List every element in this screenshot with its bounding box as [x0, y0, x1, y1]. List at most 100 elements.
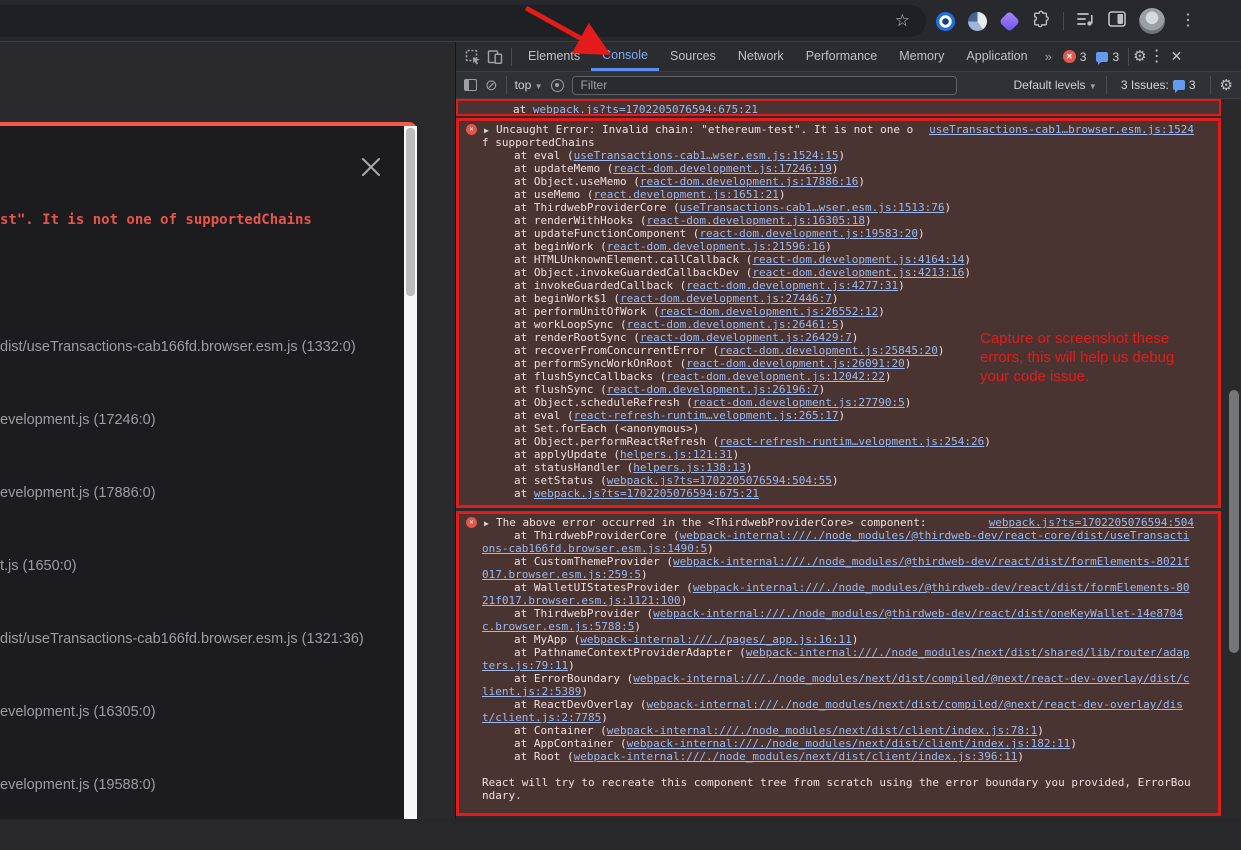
stack-frame: at setStatus (webpack.js?ts=170220507659…	[482, 474, 1194, 487]
expand-triangle-icon[interactable]: ▶	[484, 124, 489, 137]
source-link[interactable]: helpers.js:121:31	[620, 448, 733, 461]
more-tabs-icon[interactable]: »	[1039, 49, 1058, 64]
frame-text: at renderWithHooks (	[514, 214, 646, 227]
error-text: The above error occurred in the <Thirdwe…	[496, 516, 926, 529]
devtools-settings-icon[interactable]: ⚙	[1133, 49, 1146, 64]
stack-frame: at updateFunctionComponent (react-dom.de…	[482, 227, 1194, 240]
overlay-close-icon[interactable]	[360, 156, 382, 178]
tab-network[interactable]: Network	[727, 42, 795, 71]
tab-application[interactable]: Application	[955, 42, 1038, 71]
log-levels-dropdown[interactable]: Default levels ▼	[1014, 78, 1097, 92]
tab-sources[interactable]: Sources	[659, 42, 727, 71]
media-controls-icon[interactable]	[1077, 11, 1095, 32]
extension-blue-circle-icon[interactable]	[936, 12, 955, 31]
frame-text: )	[984, 435, 991, 448]
filter-input[interactable]	[572, 76, 957, 95]
source-link[interactable]: react-dom.development.js:26091:20	[686, 357, 905, 370]
frame-text: )	[839, 149, 846, 162]
stack-frame: at ThirdwebProvider (webpack-internal://…	[482, 607, 1194, 633]
frame-text: )	[839, 409, 846, 422]
browser-toolbar: ☆ ⋮	[0, 0, 1241, 42]
source-link[interactable]: react-dom.development.js:27446:7	[620, 292, 832, 305]
source-link[interactable]: react-dom.development.js:16305:18	[646, 214, 865, 227]
bookmark-star-icon[interactable]: ☆	[895, 12, 910, 30]
source-link[interactable]: react-dom.development.js:26196:7	[607, 383, 819, 396]
frame-text: at CustomThemeProvider (	[514, 555, 673, 568]
source-link[interactable]: react-dom.development.js:4213:16	[752, 266, 964, 279]
frame-text: at Object.scheduleRefresh (	[514, 396, 693, 409]
source-link[interactable]: react-dom.development.js:26552:12	[660, 305, 879, 318]
source-link[interactable]: webpack-internal:///./node_modules/next/…	[607, 724, 1037, 737]
source-link[interactable]: webpack.js?ts=1702205076594:504	[975, 516, 1194, 529]
frame-text: )	[964, 253, 971, 266]
extensions-puzzle-icon[interactable]	[1032, 10, 1050, 33]
frame-text: at ThirdwebProviderCore (	[514, 529, 680, 542]
source-link[interactable]: react-dom.development.js:26429:7	[640, 331, 852, 344]
clear-console-icon[interactable]: ⊘	[485, 78, 498, 93]
annotation-note: Capture or screenshot these errors, this…	[980, 329, 1192, 386]
error-count-badge[interactable]: ✕ 3	[1058, 50, 1092, 64]
tab-console[interactable]: Console	[591, 42, 659, 71]
overlay-scrollbar-thumb[interactable]	[406, 128, 415, 296]
device-toolbar-icon[interactable]	[484, 48, 506, 66]
source-link[interactable]: webpack.js?ts=1702205076594:504:55	[607, 474, 832, 487]
frame-text: at AppContainer (	[514, 737, 627, 750]
source-link[interactable]: webpack.js?ts=1702205076594:675:21	[533, 103, 758, 116]
devtools-close-icon[interactable]: ✕	[1167, 48, 1187, 65]
source-link[interactable]: webpack-internal:///./pages/_app.js:16:1…	[580, 633, 852, 646]
frame-text: at ErrorBoundary (	[514, 672, 633, 685]
source-link[interactable]: react-dom.development.js:4164:14	[752, 253, 964, 266]
console-sidebar-icon[interactable]	[464, 79, 477, 91]
overlay-scrollbar[interactable]	[404, 126, 417, 819]
source-link[interactable]: webpack-internal:///./node_modules/next/…	[574, 750, 1018, 763]
stack-frame: at ThirdwebProviderCore (webpack-interna…	[482, 529, 1194, 555]
extension-purple-diamond-icon[interactable]	[999, 10, 1020, 31]
stack-frame: at webpack.js?ts=1702205076594:675:21	[481, 103, 1195, 116]
tab-elements[interactable]: Elements	[517, 42, 591, 71]
source-link[interactable]: helpers.js:138:13	[633, 461, 746, 474]
source-link[interactable]: react-dom.development.js:25845:20	[719, 344, 938, 357]
context-selector[interactable]: top ▼	[515, 78, 543, 92]
tab-performance[interactable]: Performance	[795, 42, 889, 71]
source-link[interactable]: react-dom.development.js:27790:5	[693, 396, 905, 409]
source-link[interactable]: react-dom.development.js:4277:31	[686, 279, 898, 292]
error-circle-icon: ✕	[466, 124, 477, 135]
source-link[interactable]: react-dom.development.js:21596:16	[607, 240, 826, 253]
source-link[interactable]: react-dom.development.js:17886:16	[640, 175, 859, 188]
source-link[interactable]: react-dom.development.js:26461:5	[627, 318, 839, 331]
console-settings-icon[interactable]: ⚙	[1220, 78, 1233, 93]
console-scrollbar-thumb[interactable]	[1229, 390, 1239, 653]
source-link[interactable]: useTransactions-cab1…wser.esm.js:1524:15	[574, 149, 839, 162]
message-count-badge[interactable]: 3	[1091, 50, 1124, 64]
frame-text: at flushSyncCallbacks (	[514, 370, 666, 383]
profile-avatar[interactable]	[1139, 8, 1165, 34]
frame-text: )	[733, 448, 740, 461]
browser-menu-icon[interactable]: ⋮	[1178, 13, 1198, 29]
tab-memory[interactable]: Memory	[888, 42, 955, 71]
extension-wallet-icon[interactable]	[968, 12, 987, 31]
stack-trace: at webpack.js?ts=1702205076594:675:21	[481, 103, 1195, 116]
source-link[interactable]: react-dom.development.js:17246:19	[613, 162, 832, 175]
devtools-menu-icon[interactable]: ⋮	[1147, 49, 1167, 65]
overlay-error-text: st". It is not one of supportedChains	[0, 212, 312, 228]
frame-text: at setStatus (	[514, 474, 607, 487]
issues-bubble-icon	[1173, 80, 1185, 90]
issues-counter[interactable]: 3 Issues: 3	[1116, 78, 1201, 92]
address-bar[interactable]: ☆	[0, 5, 926, 37]
inspect-element-icon[interactable]	[462, 48, 484, 66]
live-expression-eye-icon[interactable]	[551, 79, 564, 92]
frame-text: )	[858, 175, 865, 188]
expand-triangle-icon[interactable]: ▶	[484, 517, 489, 530]
source-link[interactable]: useTransactions-cab1…browser.esm.js:1524	[915, 123, 1194, 136]
console-error-message: ✕▶webpack.js?ts=1702205076594:504The abo…	[482, 516, 1194, 529]
source-link[interactable]: react.development.js:1651:21	[593, 188, 778, 201]
side-panel-icon[interactable]	[1108, 11, 1126, 32]
source-link[interactable]: react-refresh-runtim…velopment.js:254:26	[719, 435, 984, 448]
frame-text: at ThirdwebProvider (	[514, 607, 653, 620]
source-link[interactable]: react-dom.development.js:19583:20	[699, 227, 918, 240]
source-link[interactable]: react-dom.development.js:12042:22	[666, 370, 885, 383]
source-link[interactable]: webpack.js?ts=1702205076594:675:21	[534, 487, 759, 500]
source-link[interactable]: react-refresh-runtim…velopment.js:265:17	[574, 409, 839, 422]
source-link[interactable]: useTransactions-cab1…wser.esm.js:1513:76	[680, 201, 945, 214]
source-link[interactable]: webpack-internal:///./node_modules/next/…	[627, 737, 1071, 750]
